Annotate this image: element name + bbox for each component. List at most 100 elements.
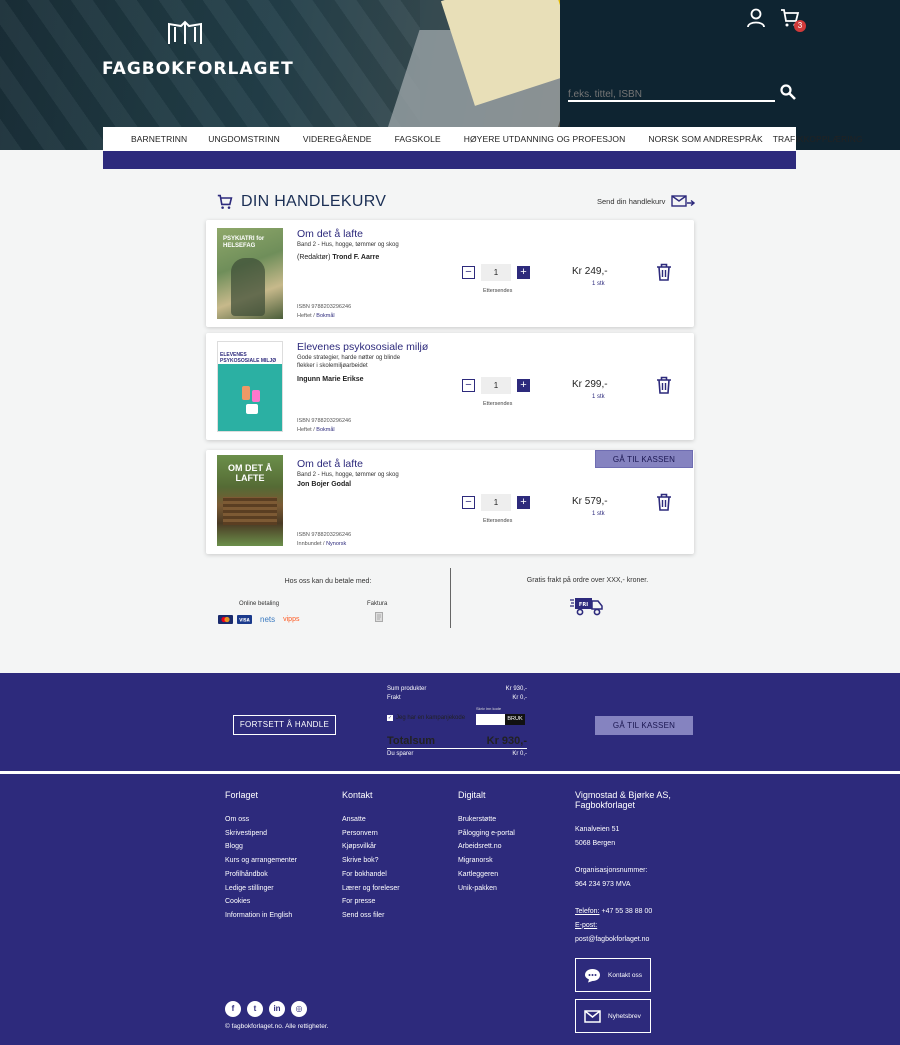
nav-item-videregaende[interactable]: VIDEREGÅENDE	[294, 134, 386, 144]
quantity-stepper: − 1 +	[462, 264, 530, 281]
vipps-logo: vipps	[283, 616, 300, 623]
increase-quantity-button[interactable]: +	[517, 266, 530, 279]
footer-link[interactable]: Om oss	[225, 813, 297, 827]
send-mail-icon	[671, 195, 696, 207]
contact-us-label: Kontakt oss	[608, 971, 642, 979]
checkout-button[interactable]: GÅ TIL KASSEN	[595, 716, 693, 735]
footer-link[interactable]: Migranorsk	[458, 854, 515, 868]
nav-item-trafikkopplaering[interactable]: TRAFIKKOPPLÆRING	[773, 134, 863, 144]
page-title: DIN HANDLEKURV	[241, 193, 387, 210]
book-language: Bokmål	[316, 427, 335, 433]
trash-icon[interactable]	[656, 263, 672, 281]
email-value[interactable]: post@fagbokforlaget.no	[575, 933, 671, 947]
book-cover[interactable]: PSYKIATRI for HELSEFAG	[217, 228, 283, 319]
send-cart-link[interactable]: Send din handlekurv	[597, 195, 696, 207]
nav-item-fagskole[interactable]: FAGSKOLE	[386, 134, 455, 144]
footer-link[interactable]: Blogg	[225, 840, 297, 854]
linkedin-icon[interactable]: in	[269, 1001, 285, 1017]
svg-text:VISA: VISA	[239, 617, 250, 622]
brand-name: FAGBOKFORLAGET	[102, 59, 294, 79]
user-icon[interactable]	[746, 8, 766, 28]
quantity-value[interactable]: 1	[481, 377, 511, 394]
footer-link[interactable]: Lærer og foreleser	[342, 882, 400, 896]
book-title[interactable]: Om det å lafte	[297, 458, 363, 470]
payment-title: Hos oss kan du betale med:	[284, 578, 372, 585]
quantity-value[interactable]: 1	[481, 494, 511, 511]
copyright: © fagbokforlaget.no. Alle rettigheter.	[225, 1023, 329, 1030]
promo-checkbox-row[interactable]: ✓ Jeg har en kampanjekode	[387, 715, 465, 721]
cover-title: PSYKIATRI for HELSEFAG	[223, 236, 265, 249]
footer-link[interactable]: Arbeidsrett.no	[458, 840, 515, 854]
nav-item-norsk-andresprak[interactable]: NORSK SOM ANDRESPRÅK	[639, 134, 772, 144]
search-icon[interactable]	[780, 84, 796, 100]
trash-icon[interactable]	[656, 376, 672, 394]
footer-link[interactable]: Pålogging e-portal	[458, 827, 515, 841]
cover-title: ELEVENES PSYKOSOSIALE MILJØ	[220, 352, 277, 364]
nav-item-barnetrinn[interactable]: BARNETRINN	[103, 134, 199, 144]
freight-value: Kr 0,-	[512, 695, 527, 701]
footer-link[interactable]: Brukerstøtte	[458, 813, 515, 827]
footer-link[interactable]: Ledige stillinger	[225, 882, 297, 896]
footer-link[interactable]: Unik-pakken	[458, 882, 515, 896]
footer-link[interactable]: Skrive bok?	[342, 854, 400, 868]
logo[interactable]: FAGBOKFORLAGET	[102, 20, 294, 79]
trash-icon[interactable]	[656, 493, 672, 511]
mastercard-icon	[218, 615, 233, 624]
author-name: Ingunn Marie Erikse	[297, 376, 364, 383]
footer-link[interactable]: Personvern	[342, 827, 400, 841]
twitter-icon[interactable]: t	[247, 1001, 263, 1017]
footer-link[interactable]: For presse	[342, 895, 400, 909]
decrease-quantity-button[interactable]: −	[462, 496, 475, 509]
footer-link[interactable]: Cookies	[225, 895, 297, 909]
continue-shopping-button[interactable]: FORTSETT Å HANDLE	[233, 715, 336, 735]
facebook-icon[interactable]: f	[225, 1001, 241, 1017]
truck-label: FRI	[579, 602, 588, 608]
quantity-value[interactable]: 1	[481, 264, 511, 281]
footer-link[interactable]: Ansatte	[342, 813, 400, 827]
nav-item-hoyere-utdanning[interactable]: HØYERE UTDANNING OG PROFESJON	[455, 134, 640, 144]
instagram-icon[interactable]: ◎	[291, 1001, 307, 1017]
cart-item: PSYKIATRI for HELSEFAG Om det å lafte Ba…	[206, 220, 694, 327]
book-cover[interactable]: OM DET Å LAFTE	[217, 455, 283, 546]
promo-checkbox[interactable]: ✓	[387, 715, 393, 721]
contact-us-button[interactable]: Kontakt oss	[575, 958, 651, 992]
footer-link[interactable]: Skrivestipend	[225, 827, 297, 841]
cart-button[interactable]: 3	[780, 8, 806, 32]
savings-value: Kr 0,-	[512, 751, 527, 757]
book-author: (Redaktør) Trond F. Aarre	[297, 254, 379, 261]
phone-row[interactable]: Telefon: +47 55 38 88 00	[575, 905, 671, 919]
decrease-quantity-button[interactable]: −	[462, 379, 475, 392]
search-input[interactable]	[568, 89, 775, 100]
footer-col-forlaget: Forlaget Om oss Skrivestipend Blogg Kurs…	[225, 790, 297, 923]
item-price: Kr 579,-	[572, 496, 608, 507]
book-cover[interactable]: ELEVENES PSYKOSOSIALE MILJØ	[217, 341, 283, 432]
book-language: Nynorsk	[326, 541, 347, 547]
footer-link[interactable]: Kurs og arrangementer	[225, 854, 297, 868]
footer-link[interactable]: Send oss filer	[342, 909, 400, 923]
footer: Forlaget Om oss Skrivestipend Blogg Kurs…	[0, 774, 900, 1045]
footer-link[interactable]: Kjøpsvilkår	[342, 840, 400, 854]
footer-link[interactable]: Profilhåndbok	[225, 868, 297, 882]
book-title[interactable]: Om det å lafte	[297, 228, 363, 240]
footer-link[interactable]: For bokhandel	[342, 868, 400, 882]
increase-quantity-button[interactable]: +	[517, 496, 530, 509]
checkout-button-sticky[interactable]: GÅ TIL KASSEN	[595, 450, 693, 468]
item-quantity-label: 1 stk	[592, 394, 605, 400]
book-title[interactable]: Elevenes psykososiale miljø	[297, 341, 428, 353]
footer-link[interactable]: Information in English	[225, 909, 297, 923]
delivery-status: Ettersendes	[483, 518, 513, 524]
cart-count-badge: 3	[794, 20, 806, 32]
sum-label: Sum produkter	[387, 686, 427, 692]
company-name-line2: Fagbokforlaget	[575, 800, 636, 810]
decrease-quantity-button[interactable]: −	[462, 266, 475, 279]
company-address1: Kanalveien 51	[575, 826, 620, 833]
nav-item-ungdomstrinn[interactable]: UNGDOMSTRINN	[199, 134, 294, 144]
newsletter-button[interactable]: Nyhetsbrev	[575, 999, 651, 1033]
delivery-status: Ettersendes	[483, 288, 513, 294]
footer-link[interactable]: Kartleggeren	[458, 868, 515, 882]
promo-code-input[interactable]	[476, 714, 505, 725]
savings-row: Du sparer Kr 0,-	[387, 751, 527, 757]
apply-promo-button[interactable]: BRUK	[505, 714, 525, 725]
increase-quantity-button[interactable]: +	[517, 379, 530, 392]
cart-icon	[217, 194, 233, 209]
